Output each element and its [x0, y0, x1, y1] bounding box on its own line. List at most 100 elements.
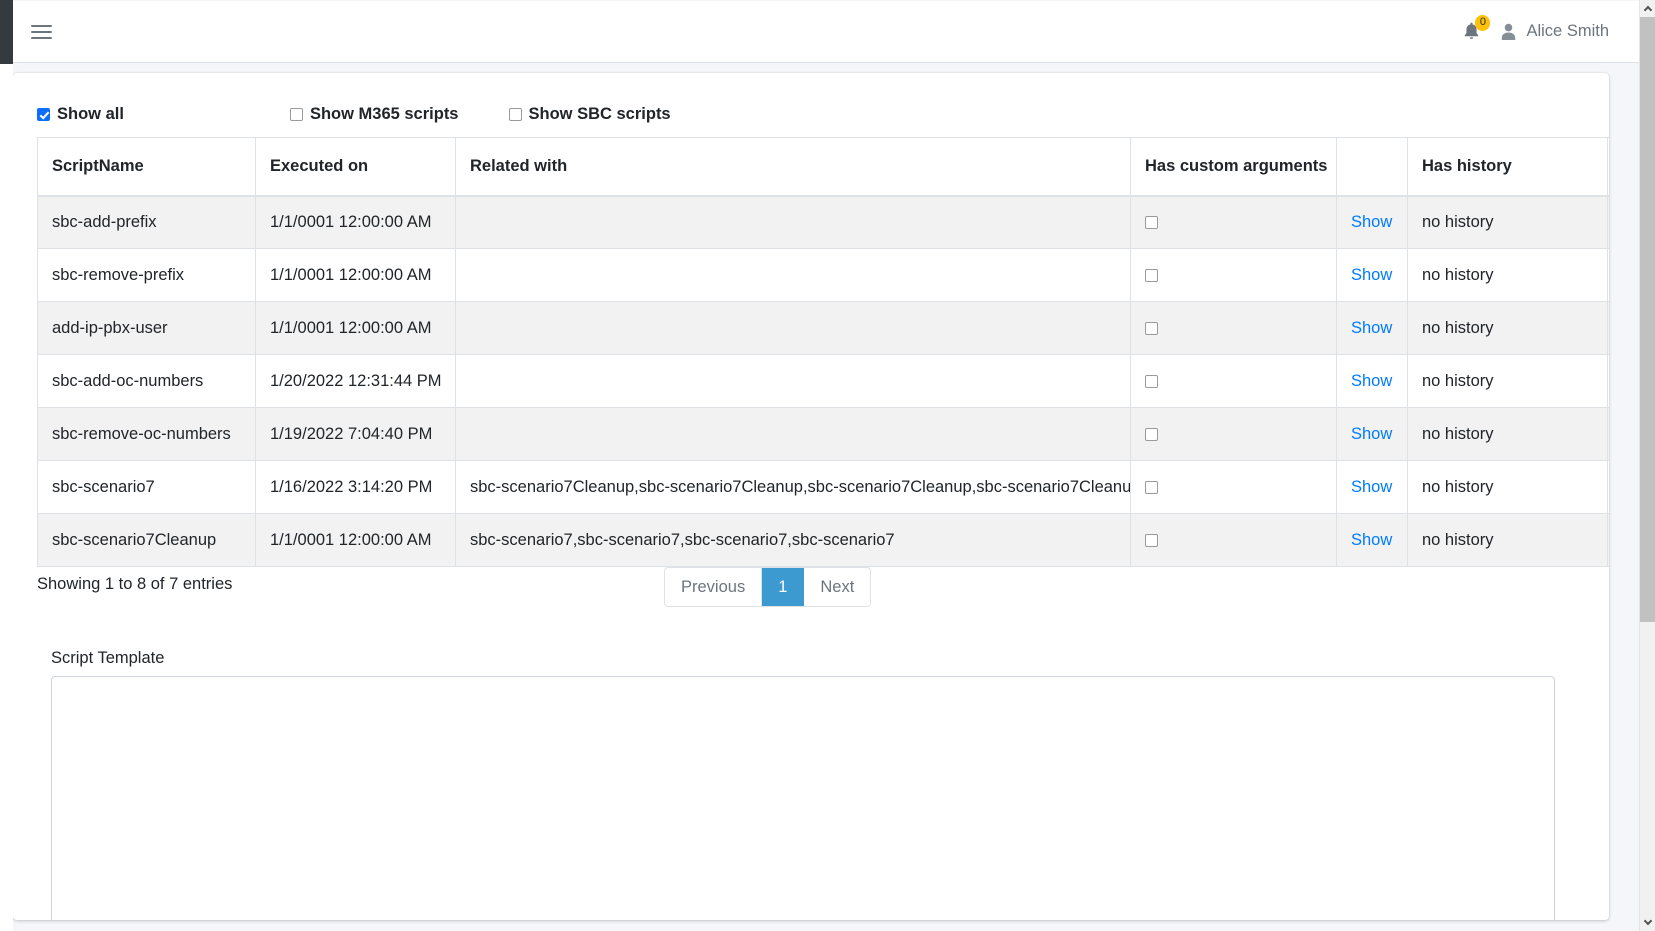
filter-show-m365[interactable]: Show M365 scripts	[289, 104, 459, 124]
column-header-has-custom-arguments[interactable]: Has custom arguments	[1130, 137, 1337, 197]
filter-show-sbc-label: Show SBC scripts	[528, 104, 671, 123]
cell-trailing	[1607, 513, 1609, 567]
scripts-table-head: ScriptName Executed on Related with Has …	[37, 137, 1609, 197]
show-button[interactable]: Show	[1351, 531, 1392, 549]
checkbox-has-custom-arguments[interactable]	[1145, 533, 1158, 547]
scrollbar-down-arrow-icon[interactable]	[1640, 914, 1655, 931]
cell-executed-on: 1/1/0001 12:00:00 AM	[255, 248, 456, 302]
cell-related-with: sbc-scenario7,sbc-scenario7,sbc-scenario…	[455, 513, 1131, 567]
cell-executed-on: 1/1/0001 12:00:00 AM	[255, 301, 456, 355]
cell-script-name: sbc-remove-oc-numbers	[37, 407, 256, 461]
user-name: Alice Smith	[1526, 22, 1609, 40]
cell-script-name: sbc-add-prefix	[37, 195, 256, 249]
navbar-right: 0 Alice Smith	[1453, 15, 1639, 47]
cell-has-history: no history	[1407, 301, 1608, 355]
page-viewport: 0 Alice Smith Show all Show M365 scripts	[0, 0, 1639, 931]
table-row[interactable]: sbc-scenario7Cleanup 1/1/0001 12:00:00 AM…	[37, 513, 1609, 567]
script-template-label: Script Template	[51, 649, 165, 667]
table-row[interactable]: add-ip-pbx-user 1/1/0001 12:00:00 AM Show n…	[37, 301, 1609, 355]
cell-has-history: no history	[1407, 354, 1608, 408]
pagination-page-1[interactable]: 1	[762, 568, 805, 606]
checkbox-has-custom-arguments[interactable]	[1145, 268, 1158, 282]
table-row[interactable]: sbc-scenario7 1/16/2022 3:14:20 PM sbc-sce…	[37, 460, 1609, 514]
cell-executed-on: 1/1/0001 12:00:00 AM	[255, 513, 456, 567]
cell-related-with	[455, 248, 1131, 302]
filter-show-sbc[interactable]: Show SBC scripts	[508, 104, 671, 124]
cell-show-action: Show	[1336, 407, 1408, 461]
checkbox-show-sbc[interactable]	[508, 107, 522, 121]
checkbox-has-custom-arguments[interactable]	[1145, 427, 1158, 441]
cell-related-with	[455, 407, 1131, 461]
user-menu[interactable]: Alice Smith	[1496, 16, 1613, 47]
column-header-actions	[1336, 137, 1408, 197]
pagination-next[interactable]: Next	[804, 568, 871, 606]
notification-badge: 0	[1475, 15, 1491, 31]
cell-has-history: no history	[1407, 407, 1608, 461]
cell-executed-on: 1/16/2022 3:14:20 PM	[255, 460, 456, 514]
checkbox-has-custom-arguments[interactable]	[1145, 215, 1158, 229]
cell-has-custom-arguments	[1130, 354, 1337, 408]
cell-has-custom-arguments	[1130, 513, 1337, 567]
page-scrollbar[interactable]	[1639, 0, 1655, 931]
cell-has-custom-arguments	[1130, 460, 1337, 514]
checkbox-has-custom-arguments[interactable]	[1145, 321, 1158, 335]
checkbox-has-custom-arguments[interactable]	[1145, 480, 1158, 494]
column-header-scriptname[interactable]: ScriptName	[37, 137, 256, 197]
user-icon	[1502, 23, 1516, 40]
cell-has-history: no history	[1407, 248, 1608, 302]
cell-script-name: add-ip-pbx-user	[37, 301, 256, 355]
cell-show-action: Show	[1336, 460, 1408, 514]
scrollbar-up-arrow-icon[interactable]	[1640, 0, 1655, 17]
filter-show-all-label: Show all	[57, 104, 124, 123]
top-navbar: 0 Alice Smith	[13, 1, 1639, 63]
scripts-table-scroll[interactable]: ScriptName Executed on Related with Has …	[37, 137, 1609, 567]
cell-has-history: no history	[1407, 513, 1608, 567]
cell-trailing	[1607, 354, 1609, 408]
filter-show-m365-label: Show M365 scripts	[309, 104, 459, 123]
table-row[interactable]: sbc-remove-prefix 1/1/0001 12:00:00 AM Sho…	[37, 248, 1609, 302]
cell-script-name: sbc-scenario7Cleanup	[37, 513, 256, 567]
show-button[interactable]: Show	[1351, 478, 1392, 496]
show-button[interactable]: Show	[1351, 319, 1392, 337]
cell-has-history: no history	[1407, 460, 1608, 514]
scrollbar-thumb[interactable]	[1640, 17, 1655, 622]
cell-trailing	[1607, 460, 1609, 514]
cell-has-custom-arguments	[1130, 301, 1337, 355]
cell-script-name: sbc-add-oc-numbers	[37, 354, 256, 408]
cell-has-custom-arguments	[1130, 407, 1337, 461]
entries-info: Showing 1 to 8 of 7 entries	[37, 575, 233, 593]
pagination-previous[interactable]: Previous	[665, 568, 763, 606]
checkbox-show-m365[interactable]	[289, 107, 303, 121]
column-header-related-with[interactable]: Related with	[455, 137, 1131, 197]
table-row[interactable]: sbc-remove-oc-numbers 1/19/2022 7:04:40 P…	[37, 407, 1609, 461]
cell-script-name: sbc-remove-prefix	[37, 248, 256, 302]
show-button[interactable]: Show	[1351, 372, 1392, 390]
hamburger-icon[interactable]	[31, 19, 57, 45]
notifications-button[interactable]: 0	[1453, 15, 1491, 47]
show-button[interactable]: Show	[1351, 266, 1392, 284]
filter-show-all[interactable]: Show all	[37, 105, 124, 124]
cell-trailing	[1607, 248, 1609, 302]
cell-has-custom-arguments	[1130, 248, 1337, 302]
script-filter-row: Show all Show M365 scripts Show SBC scri…	[13, 73, 1609, 129]
sidebar-rail-lower	[0, 64, 13, 931]
checkbox-has-custom-arguments[interactable]	[1145, 374, 1158, 388]
column-header-has-history[interactable]: Has history	[1407, 137, 1608, 197]
table-row[interactable]: sbc-add-prefix 1/1/0001 12:00:00 AM Show no…	[37, 195, 1609, 249]
cell-trailing	[1607, 195, 1609, 249]
content-card: Show all Show M365 scripts Show SBC scri…	[13, 73, 1609, 920]
script-template-textarea[interactable]	[51, 676, 1555, 920]
cell-related-with	[455, 301, 1131, 355]
show-button[interactable]: Show	[1351, 425, 1392, 443]
cell-trailing	[1607, 407, 1609, 461]
checkbox-show-all[interactable]	[37, 107, 50, 121]
cell-executed-on: 1/1/0001 12:00:00 AM	[255, 195, 456, 249]
scrollbar-track[interactable]	[1640, 622, 1655, 914]
column-header-executed-on[interactable]: Executed on	[255, 137, 456, 197]
table-row[interactable]: sbc-add-oc-numbers 1/20/2022 12:31:44 PM S…	[37, 354, 1609, 408]
show-button[interactable]: Show	[1351, 213, 1392, 231]
cell-related-with: sbc-scenario7Cleanup,sbc-scenario7Cleanu…	[455, 460, 1131, 514]
table-footer: Showing 1 to 8 of 7 entries Previous 1 N…	[37, 567, 1609, 631]
scripts-table: ScriptName Executed on Related with Has …	[37, 137, 1609, 567]
cell-executed-on: 1/19/2022 7:04:40 PM	[255, 407, 456, 461]
